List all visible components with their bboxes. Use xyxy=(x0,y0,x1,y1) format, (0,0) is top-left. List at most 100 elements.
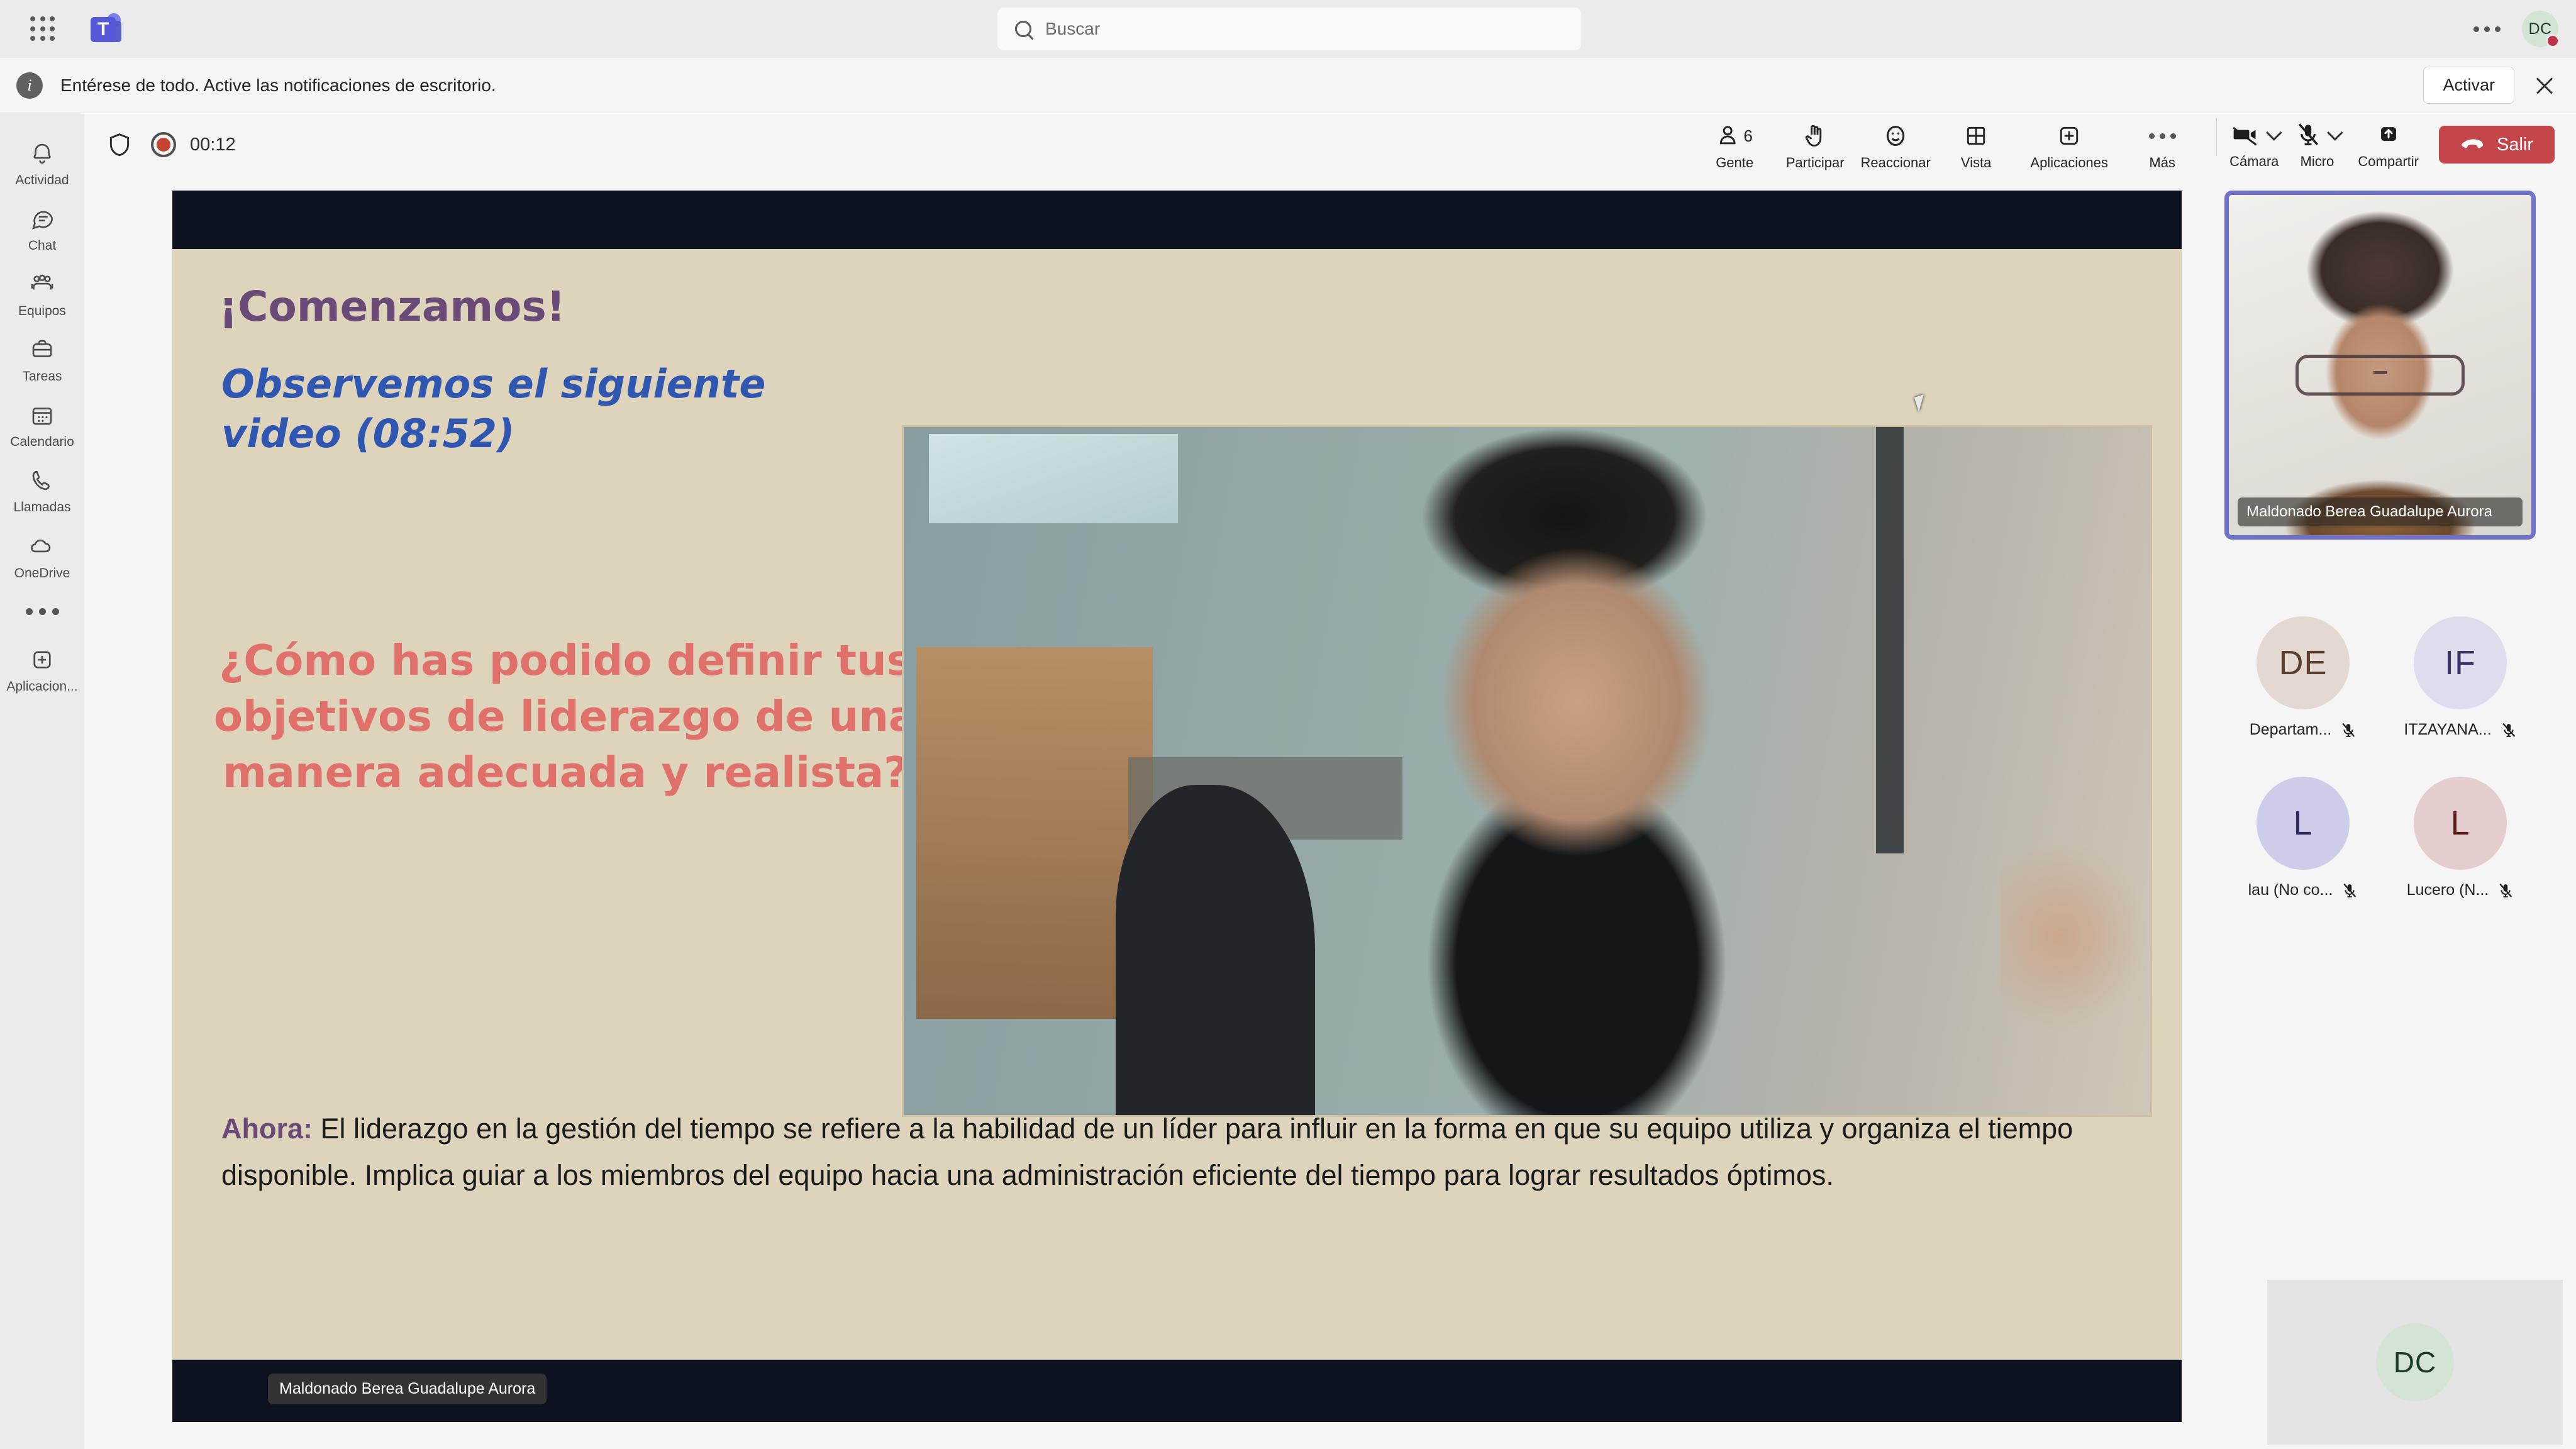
ellipsis-icon xyxy=(0,596,84,628)
shield-icon[interactable] xyxy=(107,131,132,158)
camera-toggle[interactable]: Cámara xyxy=(2229,118,2282,170)
slide-subtitle: Observemos el siguiente video (08:52) xyxy=(221,361,766,457)
share-screen-icon xyxy=(2375,121,2402,148)
mic-off-icon xyxy=(2341,882,2358,899)
tasks-icon xyxy=(0,333,84,366)
tool-label: Aplicaciones xyxy=(2030,155,2108,170)
avatar-initials: L xyxy=(2450,804,2470,842)
aplicaciones-button[interactable]: Aplicaciones xyxy=(2016,118,2122,171)
shared-screen[interactable]: ¡Comenzamos! Observemos el siguiente vid… xyxy=(172,191,2182,1422)
search-input[interactable]: Buscar xyxy=(1045,19,1100,39)
meeting-toolbar: 00:12 6 Gente Participar Reaccionar Vist… xyxy=(84,113,2576,176)
avatar-initials: L xyxy=(2293,804,2313,842)
sidebar-item-label: Actividad xyxy=(15,173,69,187)
tool-label: Micro xyxy=(2300,153,2334,169)
teams-logo-icon[interactable]: T xyxy=(86,8,127,50)
banner-message: Entérese de todo. Active las notificacio… xyxy=(60,75,496,95)
sidebar-item-label: Aplicacion... xyxy=(6,679,78,694)
tool-label: Participar xyxy=(1785,155,1845,170)
participar-button[interactable]: Participar xyxy=(1775,118,1855,171)
sidebar-item-actividad[interactable]: Actividad xyxy=(0,128,84,194)
sidebar-item-equipos[interactable]: Equipos xyxy=(0,259,84,325)
plus-box-icon xyxy=(0,643,84,676)
sidebar-item-tareas[interactable]: Tareas xyxy=(0,325,84,390)
avatar-initials: DE xyxy=(2279,644,2328,682)
search-icon xyxy=(1015,21,1031,37)
avatar: L xyxy=(2414,777,2507,870)
sidebar-item-label: Equipos xyxy=(18,304,66,319)
avatar: IF xyxy=(2414,616,2507,709)
sidebar-item-label: Calendario xyxy=(10,435,74,450)
bell-icon xyxy=(0,137,84,170)
vista-button[interactable]: Vista xyxy=(1936,118,2016,171)
tool-label: Vista xyxy=(1960,155,1992,170)
participant-tile[interactable]: L lau (No co... xyxy=(2224,777,2382,899)
participant-tile[interactable]: DE Departam... xyxy=(2224,616,2382,739)
participant-name: ITZAYANA... xyxy=(2404,721,2492,738)
sidebar-item-label: OneDrive xyxy=(14,565,70,580)
chevron-down-icon[interactable] xyxy=(2327,125,2343,141)
mic-off-icon xyxy=(2497,882,2514,899)
plus-box-icon xyxy=(2016,119,2122,152)
sidebar-item-label: Llamadas xyxy=(13,500,71,515)
ellipsis-icon[interactable] xyxy=(2473,26,2501,32)
reaccionar-button[interactable]: Reaccionar xyxy=(1855,118,1936,171)
app-launcher-icon[interactable] xyxy=(23,9,63,49)
sidebar-item-llamadas[interactable]: Llamadas xyxy=(0,455,84,521)
compartir-button[interactable]: Compartir xyxy=(2358,118,2419,170)
sidebar-item-label: Tareas xyxy=(22,369,62,384)
chat-bubble-icon xyxy=(0,203,84,235)
slide-body-lead: Ahora: xyxy=(221,1113,313,1145)
participant-tile[interactable]: L Lucero (N... xyxy=(2382,777,2539,899)
salir-button[interactable]: Salir xyxy=(2438,126,2555,164)
participant-name: Departam... xyxy=(2249,721,2332,738)
left-nav-rail: Actividad Chat Equipos Tareas Calendario… xyxy=(0,113,84,1449)
gente-button[interactable]: 6 Gente xyxy=(1694,118,1775,171)
people-icon xyxy=(0,268,84,301)
slide-body: Ahora: El liderazgo en la gestión del ti… xyxy=(221,1106,2127,1199)
smiley-icon xyxy=(1855,119,1936,152)
presentation-slide: ¡Comenzamos! Observemos el siguiente vid… xyxy=(172,249,2182,1360)
hangup-icon xyxy=(2460,137,2487,152)
activar-button[interactable]: Activar xyxy=(2423,67,2514,104)
salir-label: Salir xyxy=(2496,134,2533,155)
teams-window: T Buscar DC i Entérese de todo. Active l… xyxy=(0,0,2576,1449)
slide-embedded-video xyxy=(902,425,2152,1117)
self-video-tile[interactable]: Maldonado Berea Guadalupe Aurora xyxy=(2224,191,2536,540)
sidebar-item-onedrive[interactable]: OneDrive xyxy=(0,521,84,587)
mas-button[interactable]: Más xyxy=(2122,118,2202,171)
participant-grid: DE Departam... IF ITZAYANA... L lau (No … xyxy=(2224,616,2539,899)
spotlight-tile[interactable]: DC xyxy=(2267,1280,2563,1445)
sidebar-item-label: Chat xyxy=(28,238,57,253)
person-icon: 6 xyxy=(1694,119,1775,152)
tool-label: Compartir xyxy=(2358,153,2419,169)
meeting-stage: ¡Comenzamos! Observemos el siguiente vid… xyxy=(84,176,2576,1449)
sidebar-more-button[interactable] xyxy=(0,587,84,635)
toolbar-divider xyxy=(2216,118,2218,156)
chevron-down-icon[interactable] xyxy=(2266,125,2282,141)
participant-roster: Maldonado Berea Guadalupe Aurora DE Depa… xyxy=(2209,176,2576,1449)
slide-question: ¿Cómo has podido definir tus objetivos d… xyxy=(213,636,918,797)
slide-body-text: El liderazgo en la gestión del tiempo se… xyxy=(221,1113,2074,1192)
search-bar[interactable]: Buscar xyxy=(997,8,1581,50)
sidebar-item-calendario[interactable]: Calendario xyxy=(0,390,84,455)
sidebar-item-aplicaciones[interactable]: Aplicacion... xyxy=(0,635,84,700)
mic-toggle[interactable]: Micro xyxy=(2295,118,2343,170)
participant-name: lau (No co... xyxy=(2248,881,2333,899)
presenter-name-chip: Maldonado Berea Guadalupe Aurora xyxy=(268,1374,547,1404)
cloud-icon xyxy=(0,530,84,563)
self-video-name: Maldonado Berea Guadalupe Aurora xyxy=(2238,497,2523,526)
raise-hand-icon xyxy=(1775,119,1855,152)
avatar[interactable]: DC xyxy=(2522,11,2560,48)
participant-name: Lucero (N... xyxy=(2406,881,2489,899)
phone-icon xyxy=(0,464,84,497)
slide-title: ¡Comenzamos! xyxy=(219,282,565,331)
tool-label: Cámara xyxy=(2229,153,2279,169)
close-icon[interactable] xyxy=(2532,73,2557,98)
presence-badge xyxy=(2546,34,2560,48)
tool-label: Reaccionar xyxy=(1860,155,1931,170)
grid-view-icon xyxy=(1936,119,2016,152)
sidebar-item-chat[interactable]: Chat xyxy=(0,194,84,259)
meeting-tools: 6 Gente Participar Reaccionar Vista Apli… xyxy=(1694,118,2419,171)
participant-tile[interactable]: IF ITZAYANA... xyxy=(2382,616,2539,739)
